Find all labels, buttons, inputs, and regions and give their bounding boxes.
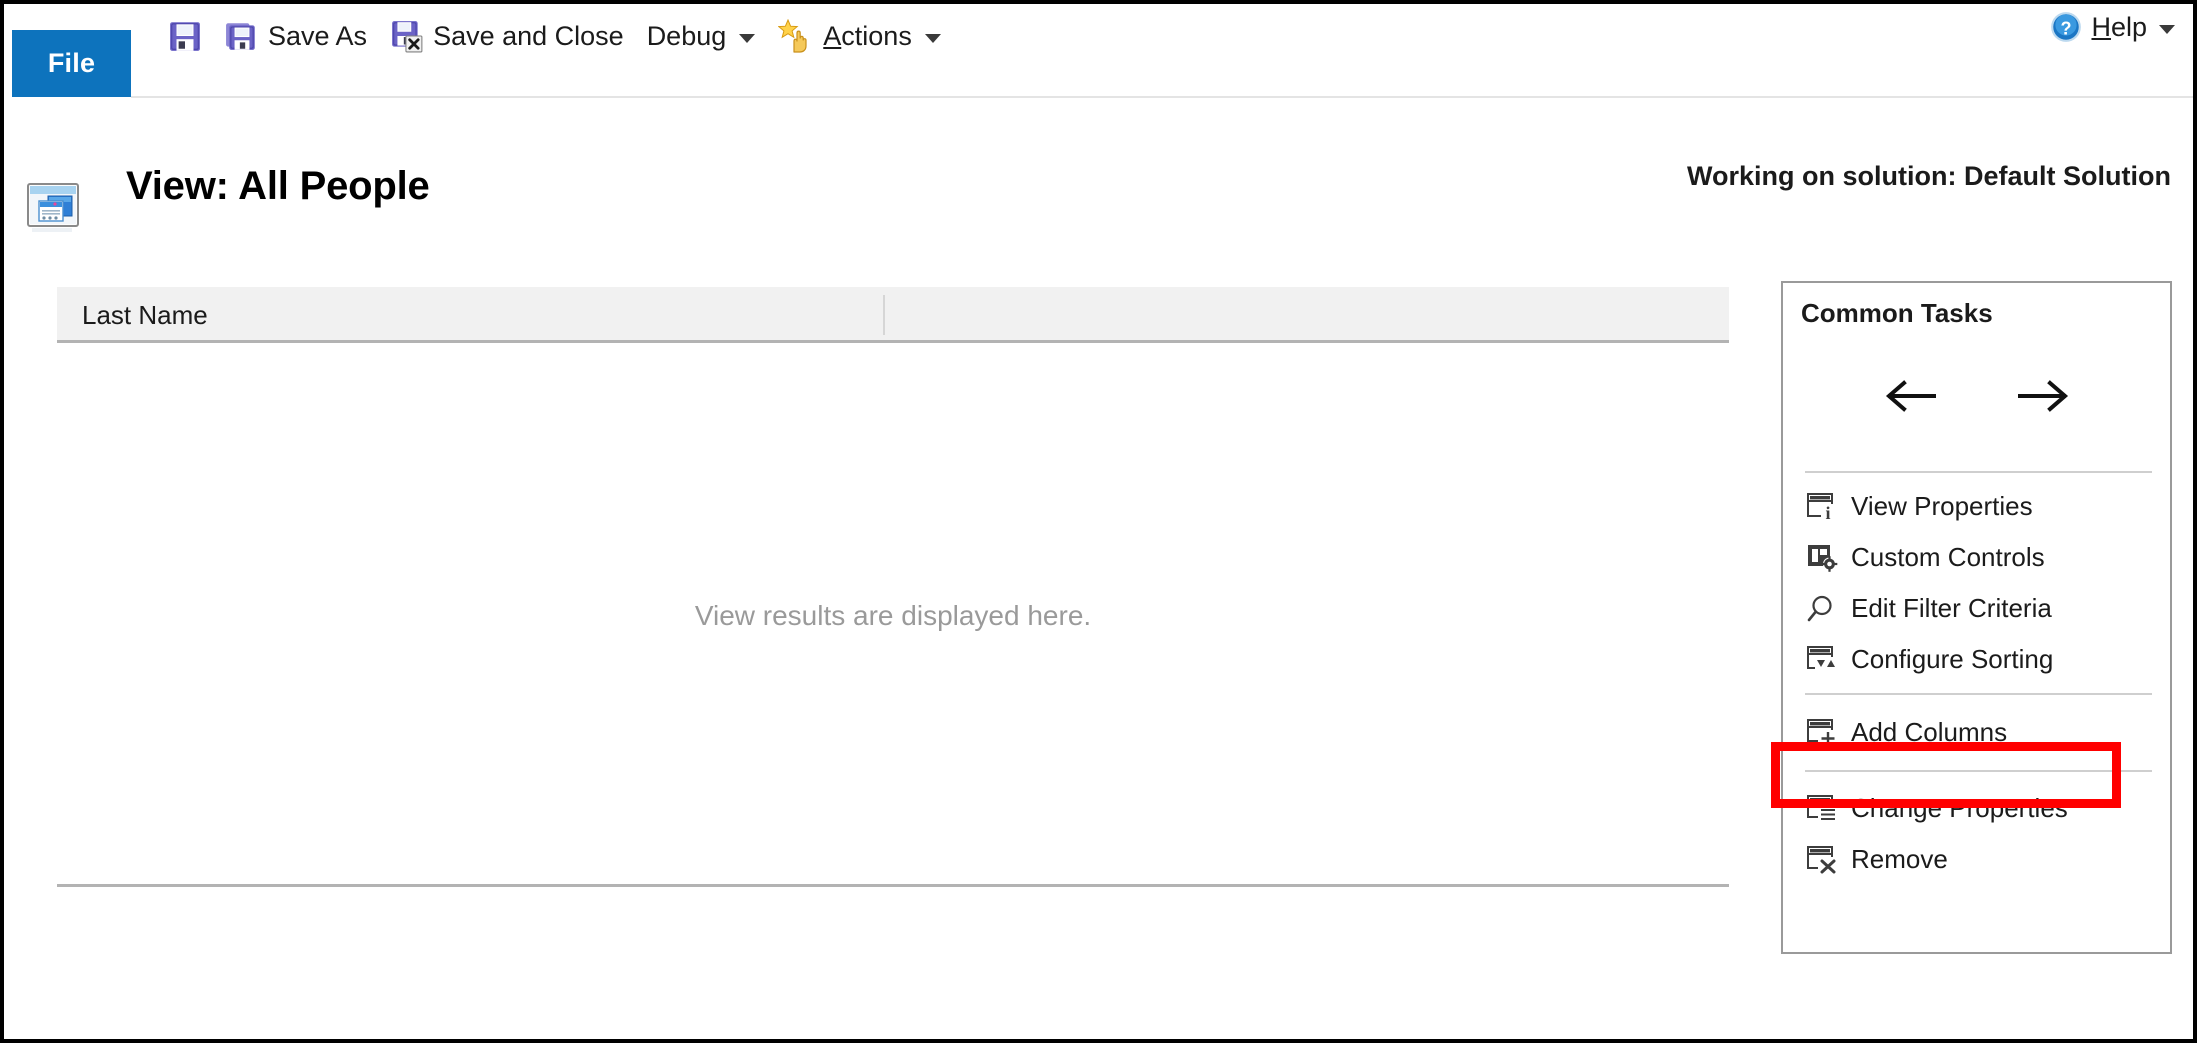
task-label: Remove [1851, 844, 1948, 874]
view-properties-icon: i [1805, 491, 1839, 523]
svg-text:?: ? [2061, 18, 2072, 38]
save-and-close-label: Save and Close [433, 20, 624, 51]
grid-header-row: Last Name [57, 287, 1729, 343]
chevron-down-icon [2159, 24, 2175, 34]
save-button[interactable] [158, 15, 215, 57]
add-columns-icon [1805, 717, 1839, 749]
actions-label: Actions [823, 20, 912, 51]
chevron-down-icon [739, 33, 756, 43]
svg-text:i: i [1825, 503, 1830, 522]
floppy-save-icon [168, 19, 202, 53]
task-label: Custom Controls [1851, 542, 2045, 572]
view-grid: Last Name View results are displayed her… [57, 287, 1729, 887]
common-tasks-group-primary: i View Properties Custom Controls Edit F… [1783, 481, 2170, 685]
file-tab[interactable]: File [12, 30, 131, 97]
panel-divider-middle-2 [1805, 770, 2152, 772]
arrow-right-icon [2017, 380, 2068, 412]
solution-context-label: Working on solution: Default Solution [1687, 161, 2171, 191]
task-label: Add Columns [1851, 717, 2008, 747]
column-reorder-controls [1783, 361, 2170, 431]
task-label: Configure Sorting [1851, 644, 2054, 674]
save-as-button[interactable]: Save As [215, 15, 380, 57]
view-window-icon [26, 180, 82, 236]
help-question-icon: ? [2049, 10, 2083, 44]
star-hand-actions-icon [777, 18, 814, 53]
chevron-down-icon [924, 33, 941, 43]
custom-controls-icon [1805, 542, 1839, 574]
task-configure-sorting[interactable]: Configure Sorting [1783, 634, 2170, 685]
task-label: View Properties [1851, 491, 2033, 521]
arrow-left-icon [1885, 380, 1936, 412]
floppy-save-as-icon [225, 19, 259, 53]
common-tasks-title: Common Tasks [1801, 298, 1993, 328]
move-column-left-button[interactable] [1879, 373, 1941, 419]
task-custom-controls[interactable]: Custom Controls [1783, 532, 2170, 583]
remove-column-icon [1805, 844, 1839, 876]
command-bar-items: Save As Save and Close Debug Actions [158, 10, 954, 62]
debug-menu-button[interactable]: Debug [637, 17, 769, 56]
common-tasks-panel: Common Tasks i View Properties Custom Co… [1781, 281, 2172, 954]
task-change-properties[interactable]: Change Properties [1783, 783, 2170, 834]
task-edit-filter-criteria[interactable]: Edit Filter Criteria [1783, 583, 2170, 634]
save-as-label: Save As [268, 20, 368, 51]
help-label: Help [2091, 11, 2147, 42]
task-add-columns[interactable]: Add Columns [1783, 707, 2170, 758]
page-title: View: All People [126, 164, 430, 208]
panel-divider-middle-1 [1805, 693, 2152, 695]
application-window: File Save As Save and Close Debug Action… [0, 0, 2197, 1043]
floppy-save-close-icon [390, 19, 424, 53]
debug-label: Debug [646, 20, 727, 51]
task-label: Change Properties [1851, 793, 2068, 823]
change-properties-icon [1805, 793, 1839, 825]
command-bar-divider [131, 96, 2193, 98]
grid-empty-placeholder: View results are displayed here. [694, 599, 1092, 631]
save-and-close-button[interactable]: Save and Close [380, 15, 637, 57]
column-resize-handle[interactable] [883, 295, 885, 335]
task-view-properties[interactable]: i View Properties [1783, 481, 2170, 532]
command-bar: File Save As Save and Close Debug Action… [8, 4, 2193, 98]
common-tasks-group-modify: Change Properties Remove [1783, 783, 2170, 885]
file-tab-label: File [47, 48, 96, 78]
task-remove[interactable]: Remove [1783, 834, 2170, 885]
grid-bottom-divider [57, 884, 1729, 887]
help-menu-button[interactable]: ? Help [2049, 10, 2175, 44]
move-column-right-button[interactable] [2013, 373, 2075, 419]
task-label: Edit Filter Criteria [1851, 593, 2052, 623]
grid-column-header-last-name[interactable]: Last Name [82, 300, 208, 331]
panel-divider-top [1805, 471, 2152, 473]
actions-menu-button[interactable]: Actions [768, 15, 954, 57]
sort-icon [1805, 644, 1839, 676]
common-tasks-group-add: Add Columns [1783, 707, 2170, 758]
magnifier-icon [1805, 593, 1839, 625]
